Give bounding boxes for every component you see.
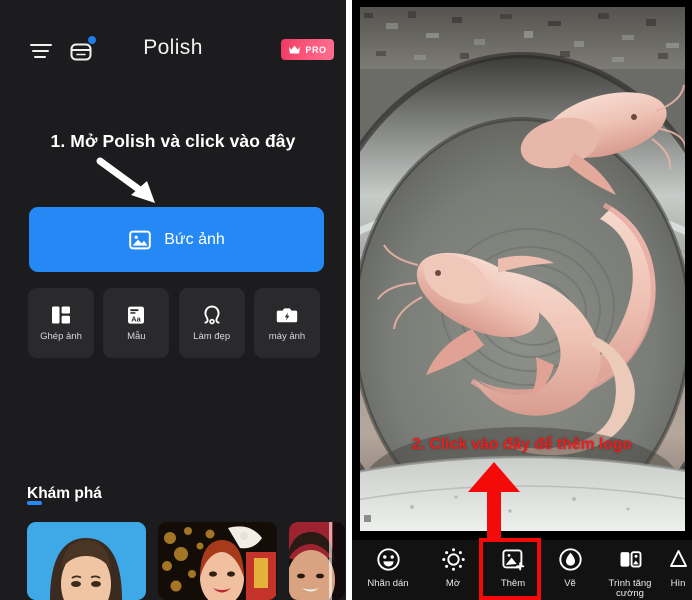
- tool-label: máy ảnh: [268, 331, 306, 343]
- image-icon: [129, 230, 152, 249]
- toolbar-label: Nhãn dán: [367, 578, 409, 589]
- tool-label: Làm đẹp: [193, 331, 231, 343]
- editor-bottom-toolbar: Nhãn dán Mờ Thêm Vẽ Trình tăng cường Hìn: [352, 540, 692, 600]
- tool-ghep-anh[interactable]: Ghép ảnh: [28, 288, 94, 358]
- discover-thumb-1[interactable]: [27, 522, 146, 600]
- enhance-icon: [620, 551, 641, 568]
- toolbar-item-mo[interactable]: Mờ: [424, 540, 482, 600]
- instruction-step-2: 2. Click vào đây để thêm logo: [412, 436, 632, 453]
- shape-icon: [669, 550, 687, 567]
- toolbar-item-hinh[interactable]: Hìn: [664, 540, 692, 600]
- tools-row: Ghép ảnh Aa Mẫu Làm đẹp máy ảnh: [28, 288, 320, 358]
- pro-badge-button[interactable]: PRO: [281, 39, 334, 60]
- tool-label: Ghép ảnh: [40, 331, 82, 343]
- discover-thumbnail-row[interactable]: [27, 522, 346, 600]
- camera-icon: [276, 308, 298, 323]
- toolbar-label: Hìn: [670, 578, 686, 589]
- white-arrow-down-right-icon: [96, 157, 155, 203]
- add-image-icon: [501, 549, 524, 571]
- tool-label: Mẫu: [127, 331, 146, 343]
- toolbar-label: Vẽ: [564, 578, 576, 589]
- beautify-icon: [204, 305, 220, 325]
- toolbar-label: Trình tăng cường: [608, 577, 652, 600]
- sticker-icon: [376, 548, 400, 571]
- svg-text:Aa: Aa: [132, 315, 142, 324]
- toolbar-item-nhan-dan[interactable]: Nhãn dán: [352, 540, 424, 600]
- polish-home-screen: Polish PRO 1. Mở Polish và click vào đây…: [0, 0, 346, 600]
- tool-may-anh[interactable]: máy ảnh: [253, 288, 320, 358]
- discover-thumb-3[interactable]: [289, 522, 345, 600]
- discover-thumb-2[interactable]: [158, 522, 277, 600]
- discover-underline: [27, 501, 42, 505]
- collage-icon: [52, 306, 70, 324]
- photo-picker-button[interactable]: Bức ảnh: [29, 207, 324, 272]
- pro-badge-label: PRO: [305, 44, 327, 55]
- red-arrow-up-icon: [468, 462, 520, 540]
- toolbar-item-them[interactable]: Thêm: [482, 540, 544, 600]
- blur-icon: [441, 548, 465, 571]
- photo-picker-label: Bức ảnh: [164, 230, 225, 248]
- toolbar-item-ve[interactable]: Vẽ: [544, 540, 596, 600]
- toolbar-item-trinh-tang-cuong[interactable]: Trình tăng cường: [596, 540, 664, 600]
- photo-corner-handle[interactable]: [364, 515, 371, 522]
- tool-mau[interactable]: Aa Mẫu: [103, 288, 170, 358]
- draw-icon: [558, 548, 582, 571]
- tool-lam-dep[interactable]: Làm đẹp: [178, 288, 245, 358]
- screenshot-root: Polish PRO 1. Mở Polish và click vào đây…: [0, 0, 692, 600]
- instruction-step-1: 1. Mở Polish và click vào đây: [50, 131, 296, 151]
- template-icon: Aa: [128, 306, 145, 324]
- toolbar-label: Mờ: [445, 578, 461, 589]
- toolbar-label: Thêm: [500, 578, 526, 589]
- app-header: Polish PRO: [0, 0, 346, 85]
- crown-icon: [289, 45, 301, 54]
